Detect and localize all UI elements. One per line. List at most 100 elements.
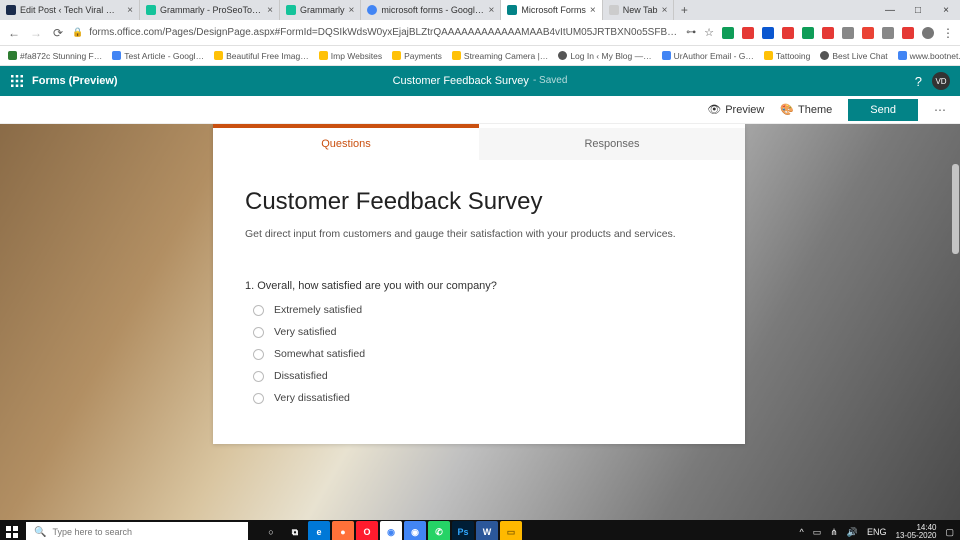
tab-questions[interactable]: Questions [213,128,479,160]
browser-tab-active[interactable]: Microsoft Forms× [501,0,602,20]
ext-icon[interactable] [902,27,914,39]
app-name: Forms (Preview) [32,75,118,87]
start-button[interactable] [0,520,24,540]
help-icon[interactable]: ? [915,74,922,89]
close-icon[interactable]: × [590,5,596,16]
bookmark[interactable]: #fa872c Stunning F… [8,51,102,61]
close-icon[interactable]: × [349,5,355,16]
tray-chevron-icon[interactable]: ^ [800,527,804,537]
waffle-icon[interactable] [10,74,24,88]
browser-tab[interactable]: Edit Post ‹ Tech Viral — Wor…× [0,0,140,20]
theme-button[interactable]: 🎨Theme [780,103,832,116]
ext-icon[interactable] [782,27,794,39]
browser-tab[interactable]: New Tab× [603,0,675,20]
bookmark[interactable]: Tattooing [764,51,811,61]
new-tab-button[interactable]: + [674,0,694,20]
taskbar-app[interactable]: O [356,521,378,540]
ext-icon[interactable] [822,27,834,39]
ext-icon[interactable] [882,27,894,39]
close-icon[interactable]: × [267,5,273,16]
avatar[interactable]: VD [932,72,950,90]
address-bar: ← → ⟳ 🔒 forms.office.com/Pages/DesignPag… [0,20,960,46]
ext-icon[interactable] [802,27,814,39]
key-icon[interactable]: ⊶ [686,27,696,38]
ext-icon[interactable] [762,27,774,39]
url-text[interactable]: forms.office.com/Pages/DesignPage.aspx#F… [89,27,680,38]
ext-icon[interactable] [742,27,754,39]
ext-icon[interactable] [842,27,854,39]
bookmark[interactable]: Best Live Chat [820,51,887,61]
tray-notifications-icon[interactable]: ▢ [945,527,954,538]
option[interactable]: Very satisfied [253,326,713,338]
question-text[interactable]: 1. Overall, how satisfied are you with o… [245,280,713,292]
tray-wifi-icon[interactable]: ⋔ [830,527,838,538]
addr-right-icons: ⊶ ☆ ⋮ [686,26,954,40]
tab-responses[interactable]: Responses [479,128,745,160]
browser-tab[interactable]: Grammarly× [280,0,361,20]
taskbar-apps: ○⧉e●O◉◉✆PsW▭ [260,521,522,540]
form-toolbar: 👁Preview 🎨Theme Send ⋯ [0,96,960,124]
radio-icon[interactable] [253,305,264,316]
browser-tab[interactable]: Grammarly - ProSeoTools_× [140,0,280,20]
ext-icon[interactable] [722,27,734,39]
radio-icon[interactable] [253,327,264,338]
tray-volume-icon[interactable]: 🔊 [847,527,858,538]
tray-battery-icon[interactable]: ▭ [813,527,822,538]
taskbar-app[interactable]: ○ [260,521,282,540]
taskbar-app[interactable]: ⧉ [284,521,306,540]
radio-icon[interactable] [253,393,264,404]
browser-tab[interactable]: microsoft forms - Google Se…× [361,0,501,20]
bookmark[interactable]: Payments [392,51,442,61]
option[interactable]: Dissatisfied [253,370,713,382]
preview-button[interactable]: 👁Preview [707,103,764,116]
taskbar-app[interactable]: ▭ [500,521,522,540]
forward-button[interactable]: → [28,26,44,40]
profile-icon[interactable] [922,27,934,39]
taskbar-app[interactable]: ◉ [404,521,426,540]
palette-icon: 🎨 [780,103,794,116]
menu-icon[interactable]: ⋮ [942,26,954,40]
taskbar: 🔍 Type here to search ○⧉e●O◉◉✆PsW▭ ^ ▭ ⋔… [0,520,960,540]
bookmark[interactable]: Test Article - Googl… [112,51,204,61]
bookmark[interactable]: UrAuthor Email - G… [662,51,754,61]
window-close[interactable]: × [932,0,960,20]
window-minimize[interactable]: — [876,0,904,20]
taskbar-app[interactable]: ◉ [380,521,402,540]
option[interactable]: Somewhat satisfied [253,348,713,360]
scrollbar-thumb[interactable] [952,164,959,254]
radio-icon[interactable] [253,371,264,382]
ext-icon[interactable] [862,27,874,39]
close-icon[interactable]: × [489,5,495,16]
tray-clock[interactable]: 14:4013-05-2020 [896,524,937,540]
window-maximize[interactable]: □ [904,0,932,20]
bookmark[interactable]: Beautiful Free Imag… [214,51,309,61]
star-icon[interactable]: ☆ [704,26,714,39]
option[interactable]: Extremely satisfied [253,304,713,316]
close-icon[interactable]: × [127,5,133,16]
form-canvas: Questions Responses Customer Feedback Su… [0,124,960,520]
survey-name: Customer Feedback Survey [393,75,529,87]
reload-button[interactable]: ⟳ [50,26,66,40]
send-button[interactable]: Send [848,99,918,121]
more-button[interactable]: ⋯ [934,103,948,117]
option[interactable]: Very dissatisfied [253,392,713,404]
taskbar-app[interactable]: Ps [452,521,474,540]
bookmark[interactable]: Log In ‹ My Blog —… [558,51,651,61]
close-icon[interactable]: × [662,5,668,16]
form-description[interactable]: Get direct input from customers and gaug… [245,228,713,240]
eye-icon: 👁 [707,103,721,116]
bookmark[interactable]: Imp Websites [319,51,382,61]
tray-lang[interactable]: ENG [867,527,887,537]
bookmark[interactable]: Streaming Camera |… [452,51,548,61]
form-title[interactable]: Customer Feedback Survey [245,188,713,216]
saved-label: - Saved [533,75,567,87]
taskbar-app[interactable]: ● [332,521,354,540]
taskbar-app[interactable]: e [308,521,330,540]
taskbar-search[interactable]: 🔍 Type here to search [26,522,248,540]
back-button[interactable]: ← [6,26,22,40]
taskbar-app[interactable]: W [476,521,498,540]
radio-icon[interactable] [253,349,264,360]
lock-icon: 🔒 [72,27,83,38]
bookmark[interactable]: www.bootnet.in - G… [898,51,960,61]
taskbar-app[interactable]: ✆ [428,521,450,540]
